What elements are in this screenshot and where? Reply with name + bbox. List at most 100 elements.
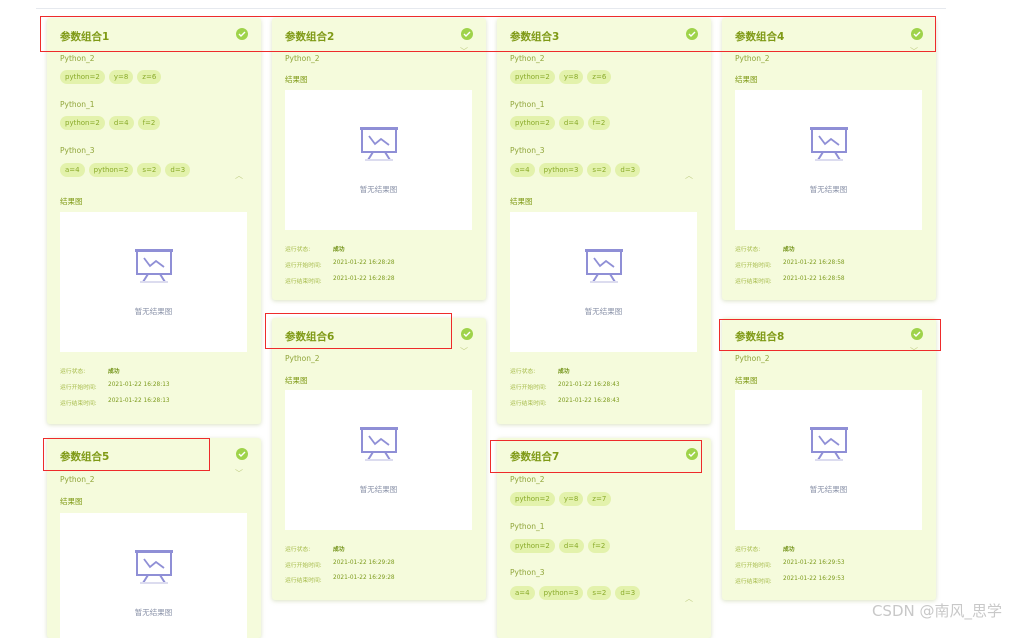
run-end-time: 运行结束时间: 2021-01-22 16:28:13 bbox=[60, 398, 170, 407]
result-label: 结果图 bbox=[60, 197, 83, 206]
end-key: 运行结束时间: bbox=[735, 279, 772, 285]
result-label: 结果图 bbox=[735, 75, 758, 84]
end-value: 2021-01-22 16:28:58 bbox=[783, 276, 845, 282]
start-key: 运行开始时间: bbox=[285, 263, 322, 269]
result-label: 结果图 bbox=[735, 376, 758, 385]
param-tags: python=2 d=4 f=2 bbox=[510, 539, 611, 553]
param-tags: a=4 python=2 s=2 d=3 bbox=[60, 163, 191, 177]
start-value: 2021-01-22 16:28:43 bbox=[558, 382, 620, 388]
start-key: 运行开始时间: bbox=[735, 563, 772, 569]
empty-result-text: 暂无结果图 bbox=[809, 485, 848, 494]
param-tag: a=4 bbox=[60, 163, 85, 177]
section-name: Python_3 bbox=[510, 568, 545, 577]
empty-result-text: 暂无结果图 bbox=[134, 608, 173, 617]
param-tag: f=2 bbox=[137, 116, 161, 130]
highlight-box-top-row bbox=[40, 16, 936, 52]
watermark: CSDN @南风_思学 bbox=[871, 602, 1002, 620]
run-start-time: 运行开始时间: 2021-01-22 16:29:53 bbox=[735, 560, 845, 569]
empty-result-text: 暂无结果图 bbox=[809, 185, 848, 194]
end-key: 运行结束时间: bbox=[735, 579, 772, 585]
start-key: 运行开始时间: bbox=[510, 385, 547, 391]
result-image-placeholder: 暂无结果图 bbox=[285, 90, 472, 230]
end-value: 2021-01-22 16:28:13 bbox=[108, 398, 170, 404]
result-label: 结果图 bbox=[60, 497, 83, 506]
highlight-box-card-6 bbox=[265, 313, 452, 349]
param-card-8: 参数组合8 ﹀ Python_2 结果图 暂无结果图 运行状态: 成功 运行开始时… bbox=[722, 318, 936, 600]
param-tag: d=4 bbox=[108, 116, 134, 130]
result-image-placeholder: 暂无结果图 bbox=[735, 390, 922, 530]
param-card-6: 参数组合6 ﹀ Python_2 结果图 暂无结果图 运行状态: 成功 运行开始时… bbox=[272, 318, 486, 600]
check-circle-icon bbox=[236, 448, 248, 460]
top-divider bbox=[36, 8, 946, 9]
run-start-time: 运行开始时间: 2021-01-22 16:28:43 bbox=[510, 382, 620, 391]
end-value: 2021-01-22 16:28:28 bbox=[333, 276, 395, 282]
chevron-up-icon[interactable]: ︿ bbox=[235, 170, 243, 181]
param-card-2: 参数组合2 ﹀ Python_2 结果图 暂无结果图 运行状态: 成功 运行开始时… bbox=[272, 18, 486, 300]
status-value: 成功 bbox=[333, 547, 345, 553]
highlight-box-card-5 bbox=[43, 438, 210, 471]
start-key: 运行开始时间: bbox=[60, 385, 97, 391]
result-label: 结果图 bbox=[510, 197, 533, 206]
status-value: 成功 bbox=[108, 369, 120, 375]
status-key: 运行状态: bbox=[285, 247, 311, 253]
param-card-4: 参数组合4 ﹀ Python_2 结果图 暂无结果图 运行状态: 成功 运行开始时… bbox=[722, 18, 936, 300]
result-label: 结果图 bbox=[285, 75, 308, 84]
param-tag: python=2 bbox=[510, 70, 555, 84]
param-tag: d=3 bbox=[615, 163, 641, 177]
run-start-time: 运行开始时间: 2021-01-22 16:28:28 bbox=[285, 260, 395, 269]
param-tag: python=3 bbox=[538, 586, 584, 600]
run-status: 运行状态: 成功 bbox=[510, 366, 570, 375]
highlight-box-card-8 bbox=[719, 319, 941, 351]
run-status: 运行状态: 成功 bbox=[735, 544, 795, 553]
section-name: Python_2 bbox=[510, 475, 545, 484]
end-key: 运行结束时间: bbox=[510, 401, 547, 407]
start-value: 2021-01-22 16:28:58 bbox=[783, 260, 845, 266]
run-status: 运行状态: 成功 bbox=[285, 544, 345, 553]
param-tag: s=2 bbox=[587, 163, 612, 177]
chevron-up-icon[interactable]: ︿ bbox=[685, 593, 693, 604]
section-name: Python_2 bbox=[510, 54, 545, 63]
empty-result-text: 暂无结果图 bbox=[134, 307, 173, 316]
param-tag: d=3 bbox=[165, 163, 191, 177]
run-end-time: 运行结束时间: 2021-01-22 16:28:43 bbox=[510, 398, 620, 407]
param-tag: y=8 bbox=[558, 70, 584, 84]
param-tag: z=6 bbox=[587, 70, 612, 84]
presentation-board-icon bbox=[585, 249, 623, 283]
param-tag: y=8 bbox=[108, 70, 134, 84]
run-status: 运行状态: 成功 bbox=[60, 366, 120, 375]
run-status: 运行状态: 成功 bbox=[735, 244, 795, 253]
status-key: 运行状态: bbox=[735, 247, 761, 253]
result-image-placeholder: 暂无结果图 bbox=[285, 390, 472, 530]
presentation-board-icon bbox=[135, 249, 173, 283]
check-circle-icon bbox=[461, 328, 473, 340]
param-tag: a=4 bbox=[510, 586, 535, 600]
param-tags: python=2 y=8 z=6 bbox=[510, 70, 612, 84]
status-value: 成功 bbox=[558, 369, 570, 375]
param-tag: python=2 bbox=[510, 116, 555, 130]
param-card-1: 参数组合1 Python_2 python=2 y=8 z=6 Python_1… bbox=[47, 18, 261, 424]
section-name: Python_3 bbox=[510, 146, 545, 155]
end-value: 2021-01-22 16:28:43 bbox=[558, 398, 620, 404]
param-tags: a=4 python=3 s=2 d=3 bbox=[510, 163, 641, 177]
presentation-board-icon bbox=[135, 550, 173, 584]
section-name: Python_2 bbox=[60, 54, 95, 63]
status-key: 运行状态: bbox=[60, 369, 86, 375]
chevron-down-icon[interactable]: ﹀ bbox=[235, 468, 243, 479]
end-value: 2021-01-22 16:29:53 bbox=[783, 576, 845, 582]
section-name: Python_2 bbox=[285, 354, 320, 363]
status-key: 运行状态: bbox=[285, 547, 311, 553]
status-value: 成功 bbox=[333, 247, 345, 253]
section-name: Python_3 bbox=[60, 146, 95, 155]
param-tag: d=4 bbox=[558, 116, 584, 130]
param-tag: python=3 bbox=[538, 163, 584, 177]
section-name: Python_1 bbox=[510, 100, 545, 109]
chevron-down-icon[interactable]: ﹀ bbox=[460, 346, 468, 357]
start-key: 运行开始时间: bbox=[285, 563, 322, 569]
section-name: Python_1 bbox=[60, 100, 95, 109]
run-end-time: 运行结束时间: 2021-01-22 16:29:53 bbox=[735, 576, 845, 585]
presentation-board-icon bbox=[810, 127, 848, 161]
section-name: Python_2 bbox=[735, 54, 770, 63]
param-tag: s=2 bbox=[137, 163, 162, 177]
start-value: 2021-01-22 16:29:28 bbox=[333, 560, 395, 566]
chevron-up-icon[interactable]: ︿ bbox=[685, 170, 693, 181]
